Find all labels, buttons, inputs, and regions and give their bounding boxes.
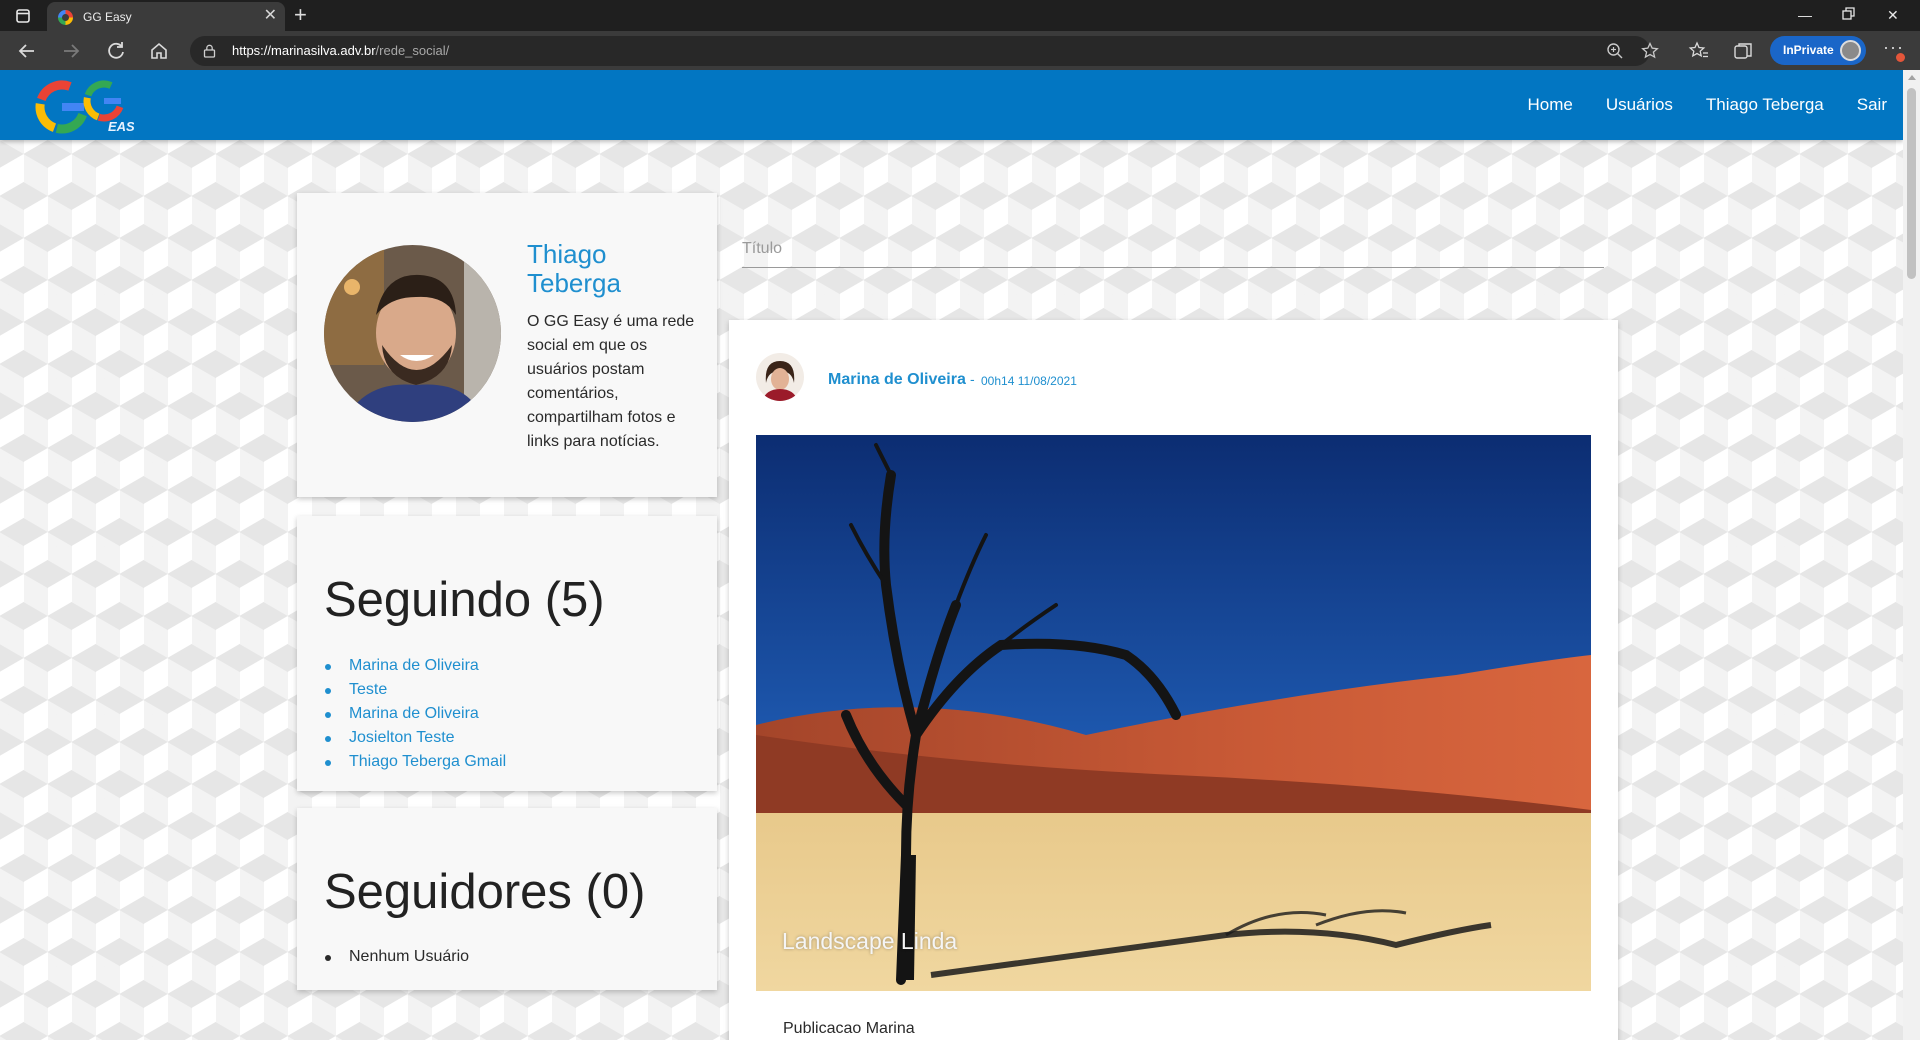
post-image-caption: Landscape Linda (782, 928, 958, 954)
followers-card: Seguidores (0) Nenhum Usuário (297, 808, 717, 990)
home-icon[interactable] (146, 38, 172, 64)
post-card: Marina de Oliveira - 00h14 11/08/2021 La… (729, 320, 1618, 1040)
post-author-avatar[interactable] (756, 353, 804, 401)
nav-logout[interactable]: Sair (1857, 95, 1887, 115)
url-text[interactable]: https://marinasilva.adv.br/rede_social/ (232, 43, 449, 58)
forward-icon[interactable] (58, 38, 84, 64)
tab-actions-icon[interactable] (11, 4, 35, 28)
favorites-icon[interactable] (1688, 40, 1710, 62)
scrollbar-thumb[interactable] (1907, 88, 1916, 279)
collections-icon[interactable] (1732, 40, 1754, 62)
following-card: Seguindo (5) Marina de Oliveira Teste Ma… (297, 516, 717, 791)
post-author-name[interactable]: Marina de Oliveira (828, 371, 966, 389)
post-body-text: Publicacao Marina (783, 1020, 915, 1037)
close-tab-icon[interactable]: ✕ (264, 7, 277, 25)
new-tab-icon[interactable]: + (294, 2, 307, 28)
followers-list: Nenhum Usuário (324, 945, 469, 969)
following-user-link[interactable]: Marina de Oliveira (324, 702, 506, 726)
tab-title: GG Easy (83, 10, 132, 24)
profile-avatar (1840, 40, 1861, 61)
profile-avatar-image (324, 245, 501, 422)
nav-home[interactable]: Home (1527, 95, 1572, 115)
address-bar[interactable]: https://marinasilva.adv.br/rede_social/ (190, 36, 1659, 66)
followers-heading: Seguidores (0) (324, 865, 646, 919)
scroll-up-arrow-icon[interactable] (1908, 75, 1916, 80)
logo-sub-text: EASY (108, 119, 134, 134)
nav-usuarios[interactable]: Usuários (1606, 95, 1673, 115)
minimize-icon[interactable]: — (1798, 4, 1812, 26)
following-list: Marina de Oliveira Teste Marina de Olive… (324, 654, 506, 774)
back-icon[interactable] (14, 38, 40, 64)
nav-profile[interactable]: Thiago Teberga (1706, 95, 1824, 115)
following-user-link[interactable]: Marina de Oliveira (324, 654, 506, 678)
followers-empty-item: Nenhum Usuário (324, 945, 469, 969)
browser-tab-bar: GG Easy ✕ + — ✕ (0, 0, 1920, 31)
post-timestamp: 00h14 11/08/2021 (981, 374, 1077, 388)
following-heading: Seguindo (5) (324, 573, 605, 627)
inprivate-label: InPrivate (1783, 43, 1834, 57)
profile-description: O GG Easy é uma rede social em que os us… (527, 313, 695, 450)
browser-tab[interactable]: GG Easy ✕ (47, 2, 285, 31)
main-menu: Home Usuários Thiago Teberga Sair (1494, 70, 1887, 140)
browser-toolbar: https://marinasilva.adv.br/rede_social/ … (0, 31, 1920, 70)
post-image[interactable]: Landscape Linda (756, 435, 1591, 991)
inprivate-badge[interactable]: InPrivate (1770, 36, 1866, 65)
notification-dot (1896, 53, 1905, 62)
lock-icon[interactable] (203, 44, 216, 58)
post-separator: - (970, 371, 975, 387)
following-user-link[interactable]: Josielton Teste (324, 726, 506, 750)
page-scrollbar[interactable] (1903, 70, 1920, 1040)
profile-name[interactable]: Thiago Teberga (527, 240, 697, 298)
zoom-icon[interactable] (1605, 41, 1625, 61)
gg-easy-logo[interactable]: EASY (34, 77, 134, 135)
restore-icon[interactable] (1840, 5, 1858, 23)
following-user-link[interactable]: Teste (324, 678, 506, 702)
site-favicon-icon (58, 10, 73, 25)
post-title-input[interactable] (742, 230, 1604, 268)
following-user-link[interactable]: Thiago Teberga Gmail (324, 750, 506, 774)
refresh-icon[interactable] (103, 38, 129, 64)
site-navbar: EASY Home Usuários Thiago Teberga Sair (0, 70, 1903, 140)
page-viewport: EASY Home Usuários Thiago Teberga Sair T… (0, 70, 1903, 1040)
profile-card: Thiago Teberga O GG Easy é uma rede soci… (297, 193, 717, 497)
add-favorite-icon[interactable] (1640, 41, 1660, 61)
close-window-icon[interactable]: ✕ (1887, 4, 1899, 26)
